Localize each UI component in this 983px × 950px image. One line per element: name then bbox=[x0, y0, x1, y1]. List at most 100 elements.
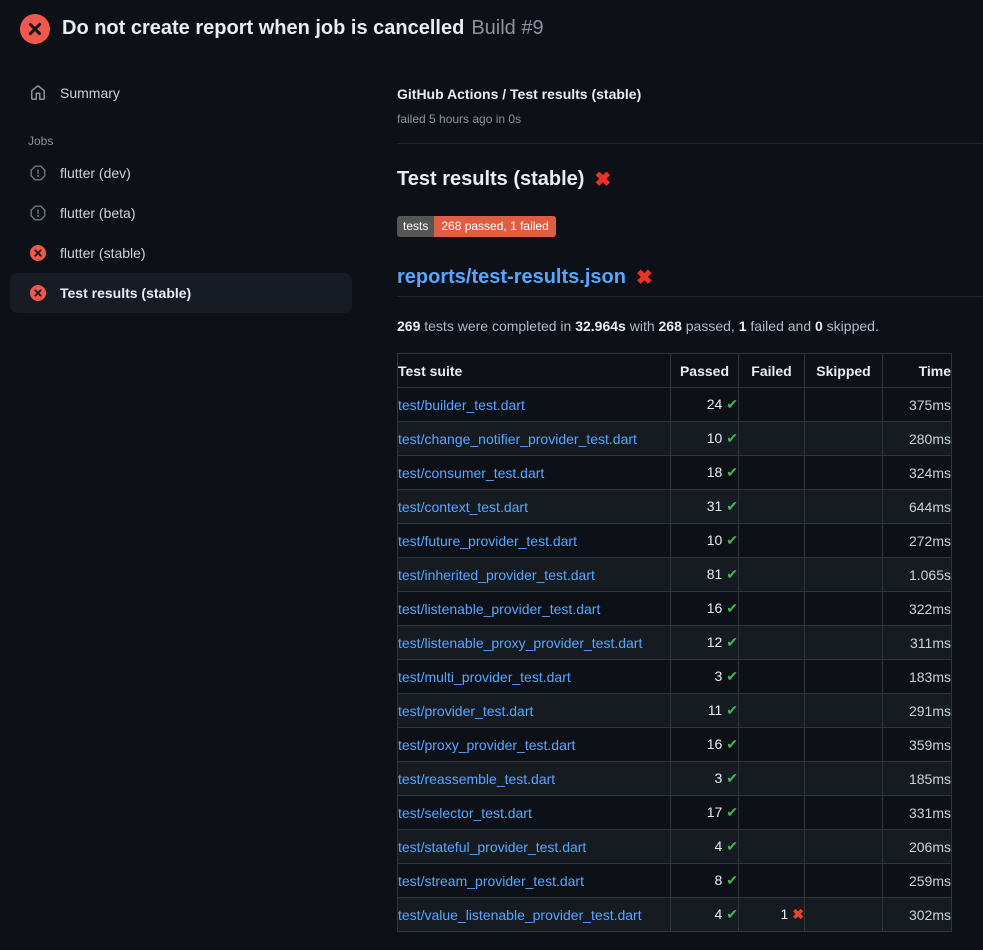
failed-cell bbox=[739, 830, 805, 864]
suite-cell: test/listenable_provider_test.dart bbox=[398, 592, 671, 626]
suite-cell: test/inherited_provider_test.dart bbox=[398, 558, 671, 592]
neutral-stop-icon bbox=[30, 205, 46, 221]
table-row: test/inherited_provider_test.dart 81✔ 1.06… bbox=[398, 558, 952, 592]
suite-link[interactable]: test/reassemble_test.dart bbox=[398, 771, 555, 787]
failed-cell bbox=[739, 864, 805, 898]
failed-cell bbox=[739, 626, 805, 660]
skipped-cell bbox=[805, 660, 883, 694]
check-icon: ✔ bbox=[726, 566, 738, 582]
suite-link[interactable]: test/listenable_provider_test.dart bbox=[398, 601, 600, 617]
table-row: test/reassemble_test.dart 3✔ 185ms bbox=[398, 762, 952, 796]
skipped-cell bbox=[805, 524, 883, 558]
table-row: test/stateful_provider_test.dart4✔206ms bbox=[398, 830, 952, 864]
check-icon: ✔ bbox=[726, 770, 738, 786]
suite-cell: test/builder_test.dart bbox=[398, 388, 671, 422]
tests-badge[interactable]: tests 268 passed, 1 failed bbox=[397, 216, 556, 237]
suite-link[interactable]: test/consumer_test.dart bbox=[398, 465, 544, 481]
sidebar-item-flutter-stable[interactable]: flutter (stable) bbox=[0, 233, 380, 273]
table-row: test/context_test.dart31✔644ms bbox=[398, 490, 952, 524]
suite-link[interactable]: test/stream_provider_test.dart bbox=[398, 873, 584, 889]
neutral-stop-icon bbox=[30, 165, 46, 181]
skipped-cell bbox=[805, 762, 883, 796]
passed-cell: 3✔ bbox=[671, 660, 739, 694]
report-file-link[interactable]: reports/test-results.json ✖ bbox=[397, 266, 653, 289]
suite-cell: test/provider_test.dart bbox=[398, 694, 671, 728]
column-header-skipped: Skipped bbox=[805, 354, 883, 388]
failed-count: 1 bbox=[780, 906, 788, 922]
table-row: test/listenable_provider_test.dart16✔322… bbox=[398, 592, 952, 626]
time-cell: 183ms bbox=[883, 660, 952, 694]
failed-cell bbox=[739, 388, 805, 422]
passed-cell: 17✔ bbox=[671, 796, 739, 830]
check-icon: ✔ bbox=[726, 702, 738, 718]
sidebar-item-test-results-stable[interactable]: Test results (stable) bbox=[10, 273, 352, 313]
passed-count: 3 bbox=[714, 668, 722, 684]
skipped-cell bbox=[805, 422, 883, 456]
table-row: test/selector_test.dart17✔331ms bbox=[398, 796, 952, 830]
sidebar-item-flutter-dev[interactable]: flutter (dev) bbox=[0, 153, 380, 193]
suite-cell: test/stream_provider_test.dart bbox=[398, 864, 671, 898]
column-header-passed: Passed bbox=[671, 354, 739, 388]
suite-cell: test/context_test.dart bbox=[398, 490, 671, 524]
suite-link[interactable]: test/stateful_provider_test.dart bbox=[398, 839, 586, 855]
suite-link[interactable]: test/provider_test.dart bbox=[398, 703, 533, 719]
summary-text: passed, bbox=[682, 318, 739, 334]
time-cell: 1.065s bbox=[883, 558, 952, 592]
summary-text: with bbox=[626, 318, 659, 334]
suite-cell: test/proxy_provider_test.dart bbox=[398, 728, 671, 762]
table-header-row: Test suitePassedFailedSkippedTime bbox=[398, 354, 952, 388]
check-icon: ✔ bbox=[726, 872, 738, 888]
summary-number: 268 bbox=[659, 318, 682, 334]
suite-cell: test/change_notifier_provider_test.dart bbox=[398, 422, 671, 456]
time-cell: 272ms bbox=[883, 524, 952, 558]
divider bbox=[397, 143, 983, 144]
passed-cell: 81✔ bbox=[671, 558, 739, 592]
passed-count: 11 bbox=[708, 702, 723, 718]
check-icon: ✔ bbox=[726, 396, 738, 412]
home-icon bbox=[30, 85, 46, 101]
suite-link[interactable]: test/multi_provider_test.dart bbox=[398, 669, 571, 685]
check-icon: ✔ bbox=[726, 498, 738, 514]
red-cross-icon: ✖ bbox=[636, 268, 653, 288]
suite-link[interactable]: test/inherited_provider_test.dart bbox=[398, 567, 595, 583]
check-run-header: Do not create report when job is cancell… bbox=[0, 0, 983, 57]
skipped-cell bbox=[805, 558, 883, 592]
time-cell: 291ms bbox=[883, 694, 952, 728]
suite-link[interactable]: test/change_notifier_provider_test.dart bbox=[398, 431, 637, 447]
failed-cell bbox=[739, 422, 805, 456]
suite-cell: test/listenable_proxy_provider_test.dart bbox=[398, 626, 671, 660]
passed-cell: 3✔ bbox=[671, 762, 739, 796]
failed-x-icon bbox=[20, 14, 50, 44]
suite-link[interactable]: test/value_listenable_provider_test.dart bbox=[398, 907, 642, 923]
suite-link[interactable]: test/future_provider_test.dart bbox=[398, 533, 577, 549]
jobs-section-label: Jobs bbox=[0, 134, 380, 148]
table-row: test/consumer_test.dart18✔324ms bbox=[398, 456, 952, 490]
check-icon: ✔ bbox=[726, 532, 738, 548]
suite-link[interactable]: test/builder_test.dart bbox=[398, 397, 525, 413]
table-row: test/value_listenable_provider_test.dart… bbox=[398, 898, 952, 932]
passed-count: 10 bbox=[707, 532, 723, 548]
skipped-cell bbox=[805, 898, 883, 932]
sidebar-item-label: flutter (beta) bbox=[60, 205, 135, 221]
time-cell: 302ms bbox=[883, 898, 952, 932]
suite-cell: test/stateful_provider_test.dart bbox=[398, 830, 671, 864]
passed-cell: 11✔ bbox=[671, 694, 739, 728]
sidebar-item-flutter-beta[interactable]: flutter (beta) bbox=[0, 193, 380, 233]
time-cell: 185ms bbox=[883, 762, 952, 796]
suite-link[interactable]: test/selector_test.dart bbox=[398, 805, 532, 821]
passed-cell: 24✔ bbox=[671, 388, 739, 422]
suite-link[interactable]: test/context_test.dart bbox=[398, 499, 528, 515]
summary-text: tests were completed in bbox=[420, 318, 575, 334]
skipped-cell bbox=[805, 626, 883, 660]
passed-count: 81 bbox=[707, 566, 723, 582]
suite-link[interactable]: test/listenable_proxy_provider_test.dart bbox=[398, 635, 642, 651]
jobs-list: flutter (dev) flutter (beta) flutter (stab… bbox=[0, 153, 380, 313]
check-icon: ✔ bbox=[726, 804, 738, 820]
skipped-cell bbox=[805, 796, 883, 830]
sidebar-item-summary[interactable]: Summary bbox=[0, 73, 380, 113]
suite-link[interactable]: test/proxy_provider_test.dart bbox=[398, 737, 575, 753]
failed-cell bbox=[739, 490, 805, 524]
passed-cell: 10✔ bbox=[671, 422, 739, 456]
skipped-cell bbox=[805, 388, 883, 422]
test-summary-sentence: 269 tests were completed in 32.964s with… bbox=[397, 318, 879, 334]
